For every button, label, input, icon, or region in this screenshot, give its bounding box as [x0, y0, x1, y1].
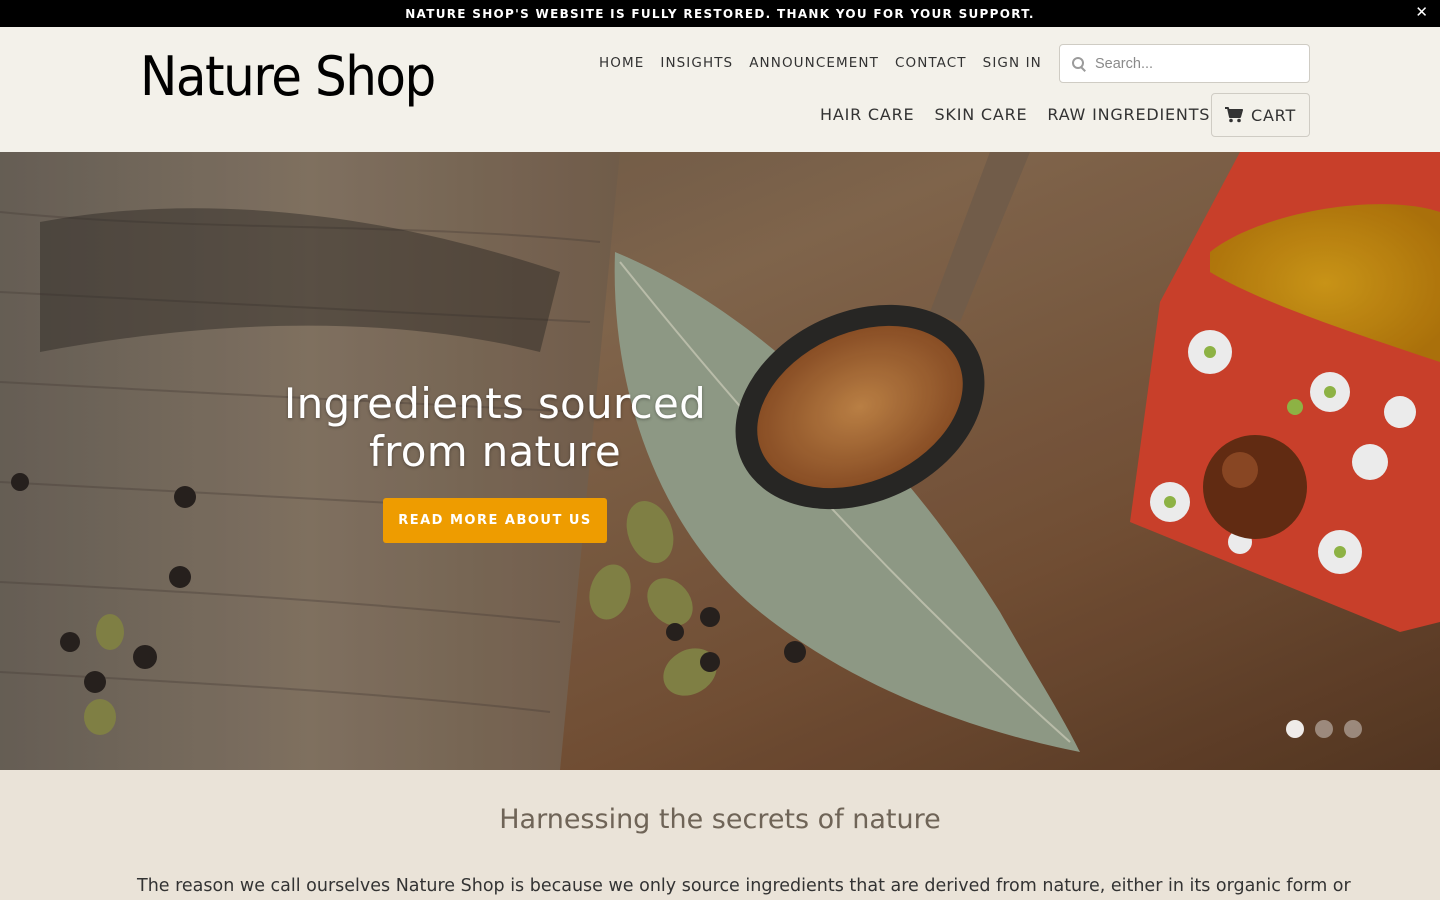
nav-insights[interactable]: INSIGHTS [652, 55, 741, 71]
cart-label: CART [1250, 105, 1297, 125]
category-navigation: HAIR CARE SKIN CARE RAW INGREDIENTS [820, 105, 1230, 124]
nav-sign-in[interactable]: SIGN IN [975, 55, 1050, 71]
logo[interactable]: Nature Shop [140, 45, 436, 109]
nav-announcement[interactable]: ANNOUNCEMENT [741, 55, 887, 71]
slide-dot-2[interactable] [1315, 720, 1333, 738]
search-icon [1072, 56, 1086, 71]
intro-section: Harnessing the secrets of nature The rea… [0, 770, 1440, 900]
site-header: Nature Shop HOME INSIGHTS ANNOUNCEMENT C… [0, 27, 1440, 152]
hero-caption: Ingredients sourced from nature READ MOR… [230, 380, 760, 543]
hero-slideshow: Ingredients sourced from nature READ MOR… [0, 152, 1440, 770]
cart-button[interactable]: CART [1211, 93, 1310, 137]
slide-dot-1[interactable] [1286, 720, 1304, 738]
search-box[interactable] [1059, 44, 1310, 83]
announcement-text: NATURE SHOP'S WEBSITE IS FULLY RESTORED.… [405, 6, 1035, 21]
cart-icon [1224, 107, 1243, 123]
announcement-bar: NATURE SHOP'S WEBSITE IS FULLY RESTORED.… [0, 0, 1440, 27]
nav-skin-care[interactable]: SKIN CARE [934, 105, 1027, 124]
nav-home[interactable]: HOME [599, 55, 652, 71]
slideshow-dots [1286, 720, 1362, 738]
slide-dot-3[interactable] [1344, 720, 1362, 738]
top-navigation: HOME INSIGHTS ANNOUNCEMENT CONTACT SIGN … [599, 55, 1050, 71]
read-more-button[interactable]: READ MORE ABOUT US [383, 498, 607, 543]
close-icon[interactable]: ✕ [1415, 4, 1428, 22]
hero-title: Ingredients sourced from nature [283, 379, 707, 476]
nav-hair-care[interactable]: HAIR CARE [820, 105, 914, 124]
search-input[interactable] [1095, 55, 1285, 72]
nav-raw-ingredients[interactable]: RAW INGREDIENTS [1047, 105, 1210, 124]
logo-text[interactable]: Nature Shop [140, 44, 436, 109]
nav-contact[interactable]: CONTACT [887, 55, 975, 71]
section-body: The reason we call ourselves Nature Shop… [137, 876, 1351, 896]
section-title: Harnessing the secrets of nature [499, 804, 941, 835]
